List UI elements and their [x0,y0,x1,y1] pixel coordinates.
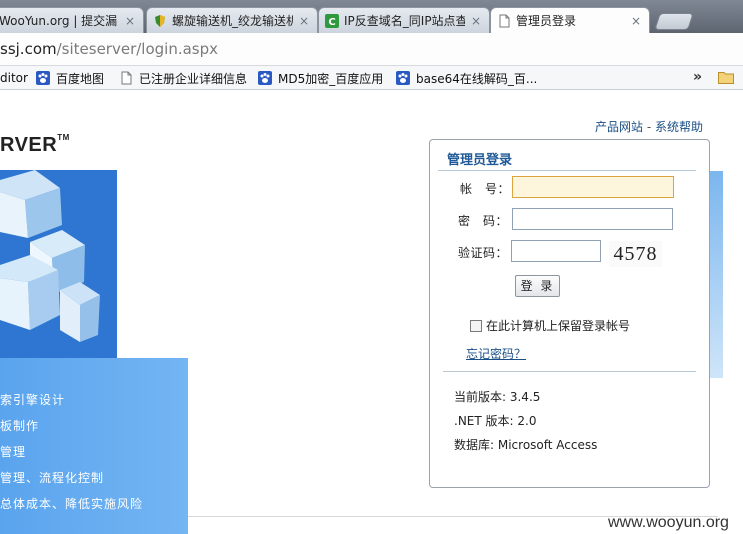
bookmarks-bar: ditor 百度地图 已注册企业详细信息 MD5加密_百度应用 base64在线… [0,66,743,90]
close-icon[interactable]: × [629,14,643,28]
password-input[interactable] [512,208,673,230]
tab-title: IP反查域名_同IP站点查 [344,14,465,28]
url-host: ssj.com [0,40,57,58]
bookmark-label: base64在线解码_百... [416,71,538,86]
account-label: 帐 号： [460,182,511,196]
bookmark-label: 已注册企业详细信息 [139,71,248,86]
page-favicon-icon [497,14,511,28]
cubes-illustration [0,170,117,360]
tab-title: 螺旋输送机_绞龙输送机 [172,14,293,28]
divider [443,371,696,372]
login-title: 管理员登录 [447,153,513,168]
remember-account[interactable]: 在此计算机上保留登录帐号 [470,317,630,334]
baidu-paw-icon [36,71,50,85]
url-text[interactable]: ssj.com/siteserver/login.aspx [0,40,218,58]
bookmark-editor[interactable]: ditor [0,69,28,87]
bookmark-baidu-map[interactable]: 百度地图 [36,69,104,87]
close-icon[interactable]: × [123,14,137,28]
tab-ip-lookup[interactable]: C IP反查域名_同IP站点查 × [318,7,490,33]
close-icon[interactable]: × [297,14,311,28]
bookmark-company-info[interactable]: 已注册企业详细信息 [119,69,247,87]
folder-icon[interactable] [718,71,734,84]
remember-checkbox[interactable] [470,319,482,332]
tab-screw-conveyor[interactable]: 螺旋输送机_绞龙输送机 × [146,7,318,33]
tab-wooyun[interactable]: WooYun.org | 提交漏 × [0,7,144,33]
tab-title: 管理员登录 [516,14,577,28]
tab-title: WooYun.org | 提交漏 [0,14,118,28]
captcha-label: 验证码： [458,246,509,260]
bookmarks-overflow-button[interactable]: » [693,69,702,85]
url-path: /siteserver/login.aspx [56,40,219,58]
banner-image [0,170,117,360]
shield-favicon-icon [153,14,167,28]
link-separator: - [643,120,655,134]
bookmark-label: MD5加密_百度应用 [278,71,384,86]
divider [438,170,696,171]
password-label: 密 码： [458,214,509,228]
forgot-password-link[interactable]: 忘记密码？ [466,345,526,362]
product-site-link[interactable]: 产品网站 [595,120,643,134]
address-bar[interactable]: ssj.com/siteserver/login.aspx [0,33,743,66]
captcha-input[interactable] [511,240,601,262]
watermark: www.wooyun.org [608,514,729,531]
green-c-favicon-icon: C [325,13,339,28]
page-icon [119,71,133,85]
feature-item: 总体成本、降低实施风险 [0,497,144,511]
database-info: 数据库: Microsoft Access [454,438,598,452]
baidu-paw-icon [396,71,410,85]
remember-label: 在此计算机上保留登录帐号 [486,319,631,333]
top-links: 产品网站 - 系统帮助 [595,118,703,135]
logo-text: RVER [0,134,58,156]
tab-admin-login[interactable]: 管理员登录 × [490,7,650,33]
login-button[interactable]: 登 录 [515,275,560,297]
bookmark-md5[interactable]: MD5加密_百度应用 [258,69,383,87]
captcha-image[interactable]: 4578 [609,241,662,267]
bookmark-base64[interactable]: base64在线解码_百... [396,69,537,87]
bookmark-label: 百度地图 [56,71,105,86]
browser-tab-strip: WooYun.org | 提交漏 × 螺旋输送机_绞龙输送机 × C IP反查域… [0,0,743,33]
feature-item: 管理 [0,445,27,459]
dotnet-version-info: .NET 版本: 2.0 [454,414,537,428]
feature-item: 索引擎设计 [0,393,66,407]
bookmark-label: ditor [0,71,28,85]
close-icon[interactable]: × [469,14,483,28]
siteserver-logo: RVERTM [0,133,70,157]
decorative-strip [709,171,723,378]
feature-item: 板制作 [0,419,40,433]
account-input[interactable] [512,176,674,198]
system-help-link[interactable]: 系统帮助 [655,120,703,134]
version-info: 当前版本: 3.4.5 [454,390,541,404]
logo-trademark: TM [57,133,70,143]
svg-text:C: C [328,17,335,28]
baidu-paw-icon [258,71,272,85]
feature-item: 管理、流程化控制 [0,471,105,485]
new-tab-button[interactable] [654,13,694,30]
